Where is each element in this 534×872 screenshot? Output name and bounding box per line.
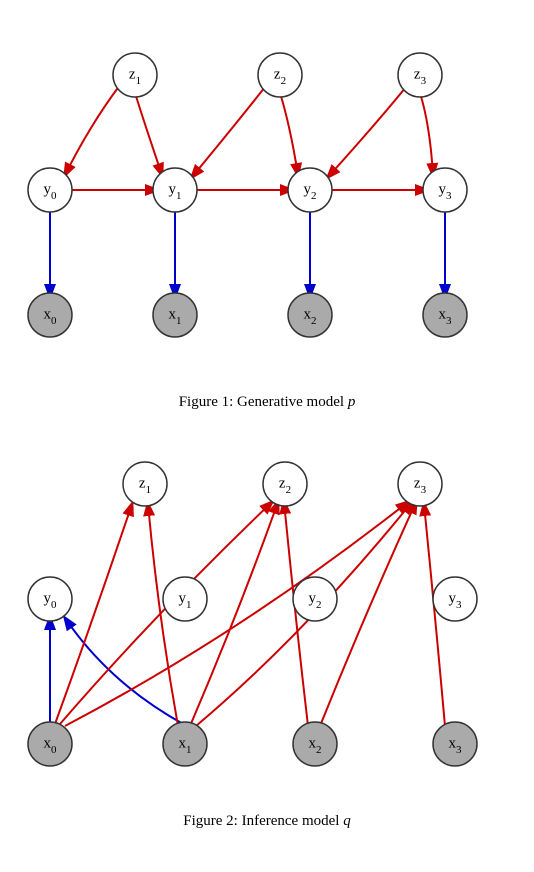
arrow-z1-y0 xyxy=(65,85,120,175)
arrow-z2-y2 xyxy=(280,93,298,175)
arrow-x0-z2 xyxy=(60,502,272,724)
arrow-x2-z3 xyxy=(320,502,416,726)
figure1-container: z1 z2 z3 y0 y1 y2 y3 x0 x1 x2 x3 xyxy=(0,0,534,390)
arrow-x1-y0 xyxy=(65,618,185,725)
caption1-var: p xyxy=(348,394,356,410)
arrow-z3-y2 xyxy=(328,87,406,177)
figure2-container: z1 z2 z3 y0 y1 y2 y3 x0 x1 x2 x3 xyxy=(0,419,534,809)
caption2-text: Figure 2: Inference model xyxy=(183,813,343,829)
arrow-z2-y1 xyxy=(192,87,265,177)
caption2-var: q xyxy=(343,813,351,829)
figure2-caption: Figure 2: Inference model q xyxy=(0,809,534,838)
arrow-z1-y1 xyxy=(135,93,162,175)
caption1-text: Figure 1: Generative model xyxy=(179,394,348,410)
figure1-caption: Figure 1: Generative model p xyxy=(0,390,534,419)
arrow-z3-y3 xyxy=(420,93,433,175)
